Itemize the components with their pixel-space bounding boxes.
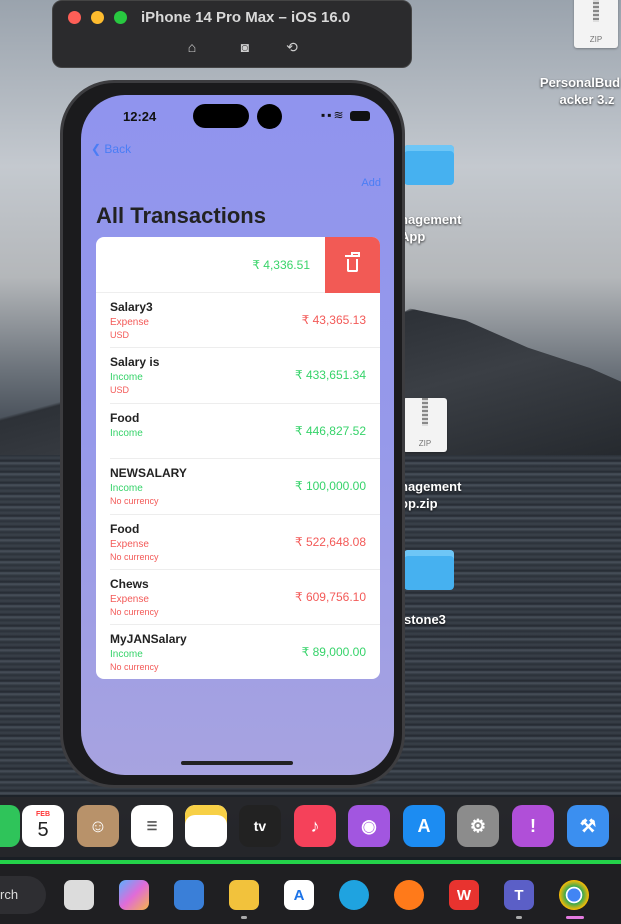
transaction-type: Expense — [110, 317, 149, 328]
signal-icon: ▪▪ — [321, 108, 334, 122]
desktop-item-label[interactable]: PersonalBud acker 3.z — [530, 74, 621, 108]
transaction-type: Income — [110, 649, 143, 661]
transaction-type: Income — [110, 427, 143, 439]
chevron-left-icon: ❮ — [91, 142, 102, 156]
reminders-icon[interactable]: ☰ — [131, 805, 173, 847]
active-indicator — [566, 916, 584, 919]
iphone-frame: 12:24 ▪▪≋ ❮ Back Add All Transactions ₹ … — [60, 80, 405, 788]
transaction-name: Salary is — [110, 355, 160, 370]
transaction-row[interactable]: MyJANSalary Income No currency ₹ 89,000.… — [110, 625, 380, 679]
front-camera — [257, 104, 282, 129]
status-icons: ▪▪≋ — [321, 108, 370, 122]
transaction-type: Income — [110, 483, 143, 495]
taskbar: rch A W T — [0, 864, 621, 924]
status-time: 12:24 — [123, 109, 157, 124]
camera-icon[interactable]: ◙ — [236, 39, 254, 55]
transaction-name: Chews — [110, 576, 149, 591]
music-icon[interactable]: ♪ — [294, 805, 336, 847]
macos-dock: FEB 5 ☺ ☰ tv ♪ ◉ A ⚙ ! ⚒ — [0, 797, 621, 857]
transaction-currency: No currency — [110, 496, 159, 507]
xcode-icon[interactable]: ⚒ — [567, 805, 609, 847]
wps-icon[interactable]: W — [449, 880, 479, 910]
widgets-icon[interactable] — [174, 880, 204, 910]
transaction-amount: ₹ 43,365.13 — [301, 313, 366, 327]
firefox-icon[interactable] — [394, 880, 424, 910]
transaction-amount: ₹ 446,827.52 — [294, 423, 366, 438]
chrome-icon[interactable] — [559, 880, 589, 910]
file-explorer-icon[interactable] — [229, 880, 259, 910]
transaction-row[interactable]: Chews Expense No currency ₹ 609,756.10 — [110, 570, 380, 626]
swiped-transaction-row[interactable]: ₹ 4,336.51 — [96, 237, 380, 293]
battery-icon — [349, 110, 370, 121]
back-button[interactable]: ❮ Back — [91, 142, 131, 156]
transaction-amount: ₹ 100,000.00 — [294, 479, 366, 494]
taskbar-search[interactable]: rch — [0, 876, 46, 914]
transaction-amount: ₹ 522,648.08 — [294, 534, 366, 549]
delete-button[interactable] — [325, 237, 380, 293]
desktop-item-label[interactable]: stone3 — [404, 611, 446, 628]
zip-file-icon[interactable]: ZIP — [403, 398, 447, 452]
wifi-icon: ≋ — [333, 108, 346, 122]
zoom-window-button[interactable] — [114, 11, 127, 24]
transaction-type: Expense — [110, 538, 149, 550]
podcasts-icon[interactable]: ◉ — [348, 805, 390, 847]
appstore-icon[interactable]: A — [403, 805, 445, 847]
transaction-type: Income — [110, 372, 143, 384]
transaction-name: MyJANSalary — [110, 632, 187, 647]
transaction-currency: USD — [110, 385, 130, 396]
phone-screen: 12:24 ▪▪≋ ❮ Back Add All Transactions ₹ … — [81, 95, 394, 775]
folder-icon[interactable] — [404, 550, 454, 590]
appletv-icon[interactable]: tv — [239, 805, 281, 847]
system-settings-icon[interactable]: ⚙ — [457, 805, 499, 847]
transaction-amount: ₹ 89,000.00 — [301, 645, 366, 660]
folder-icon[interactable] — [404, 145, 454, 185]
transaction-currency: USD — [110, 330, 130, 340]
home-icon[interactable]: ⌂ — [183, 39, 201, 55]
feedback-icon[interactable]: ! — [512, 805, 554, 847]
transaction-row[interactable]: Food Income ₹ 446,827.52 — [110, 404, 380, 460]
transaction-amount: ₹ 4,336.51 — [252, 258, 310, 272]
transaction-name: NEWSALARY — [110, 466, 187, 481]
transaction-type: Expense — [110, 593, 149, 605]
transaction-name: Salary3 — [110, 300, 153, 314]
transaction-row[interactable]: Salary3 Expense USD ₹ 43,365.13 — [110, 293, 380, 349]
home-indicator[interactable] — [181, 761, 293, 765]
simulator-titlebar[interactable]: iPhone 14 Pro Max – iOS 16.0 ⌂ ◙ ⟲ — [52, 0, 412, 68]
add-button[interactable]: Add — [361, 177, 381, 189]
teams-icon[interactable]: T — [504, 880, 534, 910]
transaction-row[interactable]: Food Expense No currency ₹ 522,648.08 — [110, 515, 380, 570]
transaction-row[interactable]: Salary is Income USD ₹ 433,651.34 — [110, 348, 380, 404]
transaction-currency: No currency — [110, 606, 159, 617]
simulator-title: iPhone 14 Pro Max – iOS 16.0 — [141, 9, 351, 26]
running-indicator — [516, 916, 522, 919]
transaction-list[interactable]: ₹ 4,336.51 Salary3 Expense USD ₹ 43,365.… — [96, 237, 380, 679]
transaction-name: Food — [110, 521, 140, 536]
transaction-amount: ₹ 433,651.34 — [294, 368, 366, 383]
calendar-icon[interactable]: FEB 5 — [22, 805, 64, 847]
close-window-button[interactable] — [68, 11, 81, 24]
transaction-row[interactable]: NEWSALARY Income No currency ₹ 100,000.0… — [110, 459, 380, 515]
transaction-currency: No currency — [110, 551, 159, 562]
desktop-item-label[interactable]: nagement op.zip — [400, 478, 461, 512]
page-title: All Transactions — [96, 203, 266, 228]
notes-icon[interactable] — [185, 805, 227, 847]
contacts-icon[interactable]: ☺ — [77, 805, 119, 847]
transaction-amount: ₹ 609,756.10 — [294, 589, 366, 604]
minimize-window-button[interactable] — [91, 11, 104, 24]
edge-icon[interactable] — [339, 880, 369, 910]
dynamic-island — [193, 104, 249, 128]
rotate-icon[interactable]: ⟲ — [283, 39, 301, 55]
app-icon[interactable]: A — [284, 880, 314, 910]
task-view-icon[interactable] — [64, 880, 94, 910]
copilot-icon[interactable] — [119, 880, 149, 910]
trash-icon — [345, 251, 360, 272]
messages-icon[interactable] — [0, 805, 20, 847]
zip-file-icon[interactable]: ZIP — [574, 0, 618, 48]
transaction-currency: No currency — [110, 662, 159, 673]
transaction-name: Food — [110, 410, 140, 425]
desktop-item-label[interactable]: nagement App — [400, 211, 461, 245]
running-indicator — [241, 916, 247, 919]
